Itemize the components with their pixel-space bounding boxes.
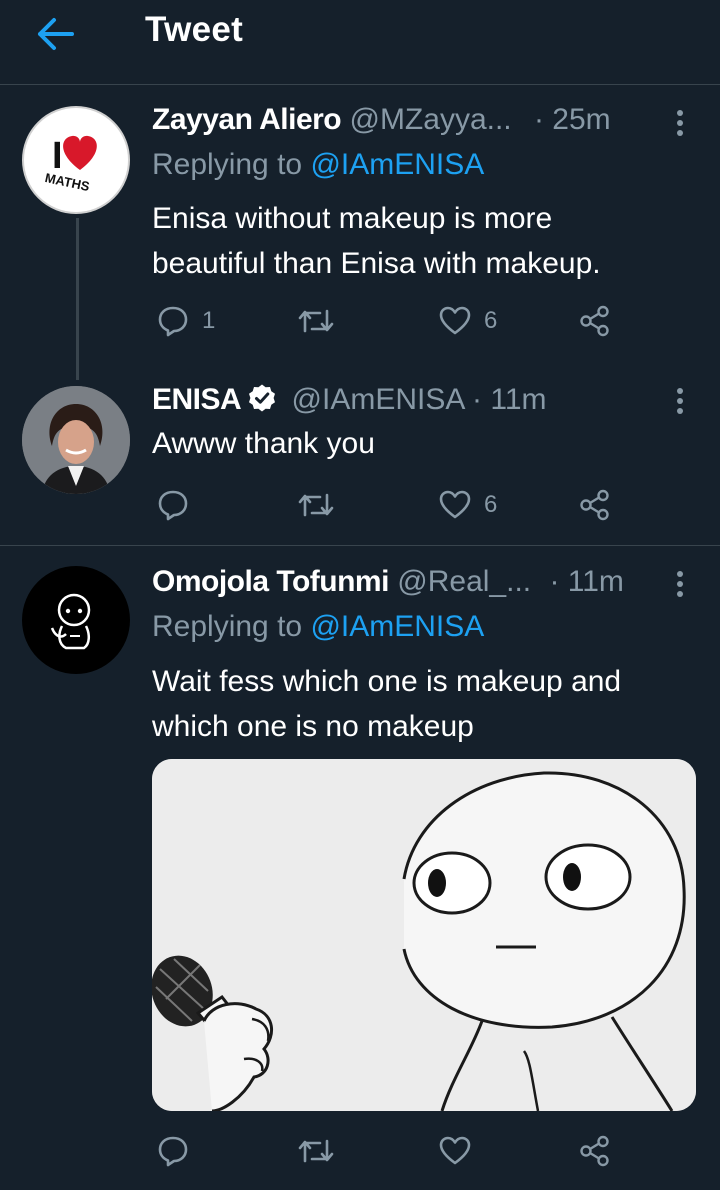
share-icon xyxy=(580,1135,609,1167)
more-icon xyxy=(677,110,683,136)
more-icon xyxy=(677,388,683,414)
handle[interactable]: @IAmENISA xyxy=(292,383,464,416)
avatar-zayyan[interactable]: I MATHS xyxy=(22,106,130,214)
sketch-character-avatar xyxy=(50,593,91,650)
like-button[interactable] xyxy=(438,1134,472,1168)
svg-text:MATHS: MATHS xyxy=(44,170,92,194)
tweet-divider xyxy=(0,545,720,546)
tweet-3-header: Omojola Tofunmi @Real_... · 11m xyxy=(152,565,624,599)
replying-to-link[interactable]: @IAmENISA xyxy=(310,148,484,181)
replying-to: Replying to @IAmENISA xyxy=(152,148,484,182)
retweet-icon xyxy=(298,309,334,333)
reply-icon xyxy=(158,306,188,337)
share-button[interactable] xyxy=(578,488,612,522)
like-count: 6 xyxy=(484,491,498,518)
tweet-2-header: ENISA @IAmENISA · 11m xyxy=(152,383,547,417)
avatar-enisa[interactable] xyxy=(22,386,130,494)
display-name[interactable]: Omojola Tofunmi xyxy=(152,565,389,598)
like-icon xyxy=(439,1136,471,1165)
more-button[interactable] xyxy=(670,384,690,420)
meme-sketch-drawing xyxy=(152,759,696,1111)
timestamp[interactable]: · 25m xyxy=(534,103,611,136)
reply-button[interactable] xyxy=(156,488,190,522)
arrow-left-icon xyxy=(38,18,74,50)
reply-icon xyxy=(158,1136,188,1167)
handle[interactable]: @MZayya... xyxy=(349,103,511,136)
tweet-media-image[interactable] xyxy=(152,759,696,1111)
reply-icon xyxy=(158,490,188,521)
reply-button[interactable]: 1 xyxy=(156,304,215,338)
tweet-1-header: Zayyan Aliero @MZayya... · 25m xyxy=(152,103,611,137)
tweet-text: Awww thank you xyxy=(152,427,375,460)
thread-connector xyxy=(76,218,79,380)
like-count: 6 xyxy=(484,307,498,334)
replying-to-link[interactable]: @IAmENISA xyxy=(310,610,484,643)
retweet-button[interactable] xyxy=(296,488,336,522)
like-icon xyxy=(439,490,471,519)
share-button[interactable] xyxy=(578,304,612,338)
page-title: Tweet xyxy=(145,10,244,49)
retweet-icon xyxy=(298,493,334,517)
replying-prefix: Replying to xyxy=(152,610,303,643)
replying-to: Replying to @IAmENISA xyxy=(152,610,484,644)
tweet-text-line: Wait fess which one is makeup and xyxy=(152,665,622,698)
reply-button[interactable] xyxy=(156,1134,190,1168)
like-button[interactable]: 6 xyxy=(438,304,497,338)
top-bar: Tweet xyxy=(0,0,720,85)
handle[interactable]: @Real_... xyxy=(397,565,531,598)
reply-count: 1 xyxy=(202,307,216,334)
retweet-button[interactable] xyxy=(296,1134,336,1168)
verified-badge-icon xyxy=(249,384,276,412)
tweet-text: Enisa without makeup is more beautiful t… xyxy=(152,202,601,280)
replying-prefix: Replying to xyxy=(152,148,303,181)
share-button[interactable] xyxy=(578,1134,612,1168)
like-button[interactable]: 6 xyxy=(438,488,497,522)
display-name[interactable]: Zayyan Aliero xyxy=(152,103,342,136)
timestamp[interactable]: · 11m xyxy=(549,565,623,598)
like-icon xyxy=(439,306,471,335)
more-icon xyxy=(677,571,683,597)
more-button[interactable] xyxy=(670,567,690,603)
share-icon xyxy=(580,305,609,337)
profile-photo xyxy=(22,386,130,494)
tweet-text-line: which one is no makeup xyxy=(152,710,474,743)
tweet-text: Wait fess which one is makeup and which … xyxy=(152,659,712,749)
i-love-maths-logo: I MATHS xyxy=(44,135,97,194)
retweet-button[interactable] xyxy=(296,304,336,338)
avatar-omojola[interactable] xyxy=(22,566,130,674)
more-button[interactable] xyxy=(670,106,690,142)
retweet-icon xyxy=(298,1139,334,1163)
timestamp[interactable]: · 11m xyxy=(472,383,546,416)
display-name[interactable]: ENISA xyxy=(152,383,242,416)
share-icon xyxy=(580,489,609,521)
back-button[interactable] xyxy=(30,14,82,54)
